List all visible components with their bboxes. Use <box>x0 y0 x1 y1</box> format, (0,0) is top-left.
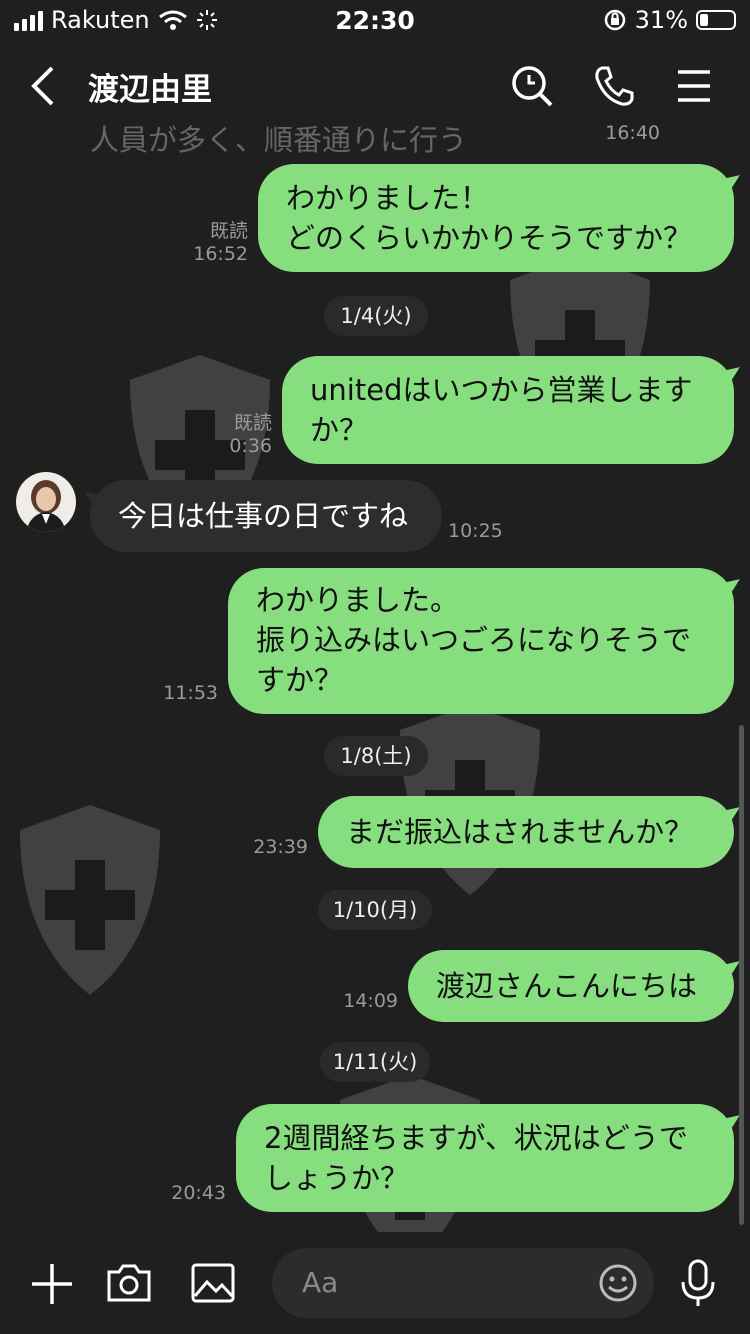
message-text: どのくらいかかりそうですか？ <box>286 221 693 255</box>
message-time: 14:09 <box>343 990 398 1012</box>
menu-icon[interactable] <box>676 64 712 108</box>
outgoing-message[interactable]: わかりました。 振り込みはいつごろになりそうで すか？ <box>228 568 734 714</box>
date-separator: 1/8(土) <box>324 736 428 776</box>
message-text: すか？ <box>256 663 344 697</box>
read-receipt: 既読 <box>233 412 272 434</box>
message-input[interactable]: Aa <box>272 1248 654 1318</box>
message-text: unitedはいつから営業します <box>310 373 693 407</box>
message-meta: 既読 0:36 <box>196 412 272 458</box>
date-separator: 1/10(月) <box>318 890 432 930</box>
status-bar: Rakuten 22:30 31% <box>0 0 750 42</box>
incoming-message[interactable]: 今日は仕事の日ですね <box>90 480 442 552</box>
message-time: 11:53 <box>163 682 218 704</box>
message-text: わかりました！ <box>286 181 490 215</box>
message-time: 0:36 <box>229 435 272 457</box>
message-meta: 既読 16:52 <box>170 220 248 266</box>
battery-icon <box>696 10 736 30</box>
chat-header: 渡辺由里 <box>0 50 750 120</box>
plus-icon[interactable] <box>28 1260 76 1308</box>
message-time: 23:39 <box>253 836 308 858</box>
message-text: わかりました。 <box>256 583 460 617</box>
outgoing-message[interactable]: 2週間経ちますが、状況はどうで しょうか？ <box>236 1104 734 1212</box>
input-placeholder: Aa <box>302 1266 339 1299</box>
message-time: 16:52 <box>193 243 248 265</box>
date-separator: 1/4(火) <box>324 296 428 336</box>
message-text: 今日は仕事の日ですね <box>118 499 409 533</box>
date-separator: 1/11(火) <box>320 1042 430 1082</box>
message-time: 20:43 <box>171 1182 226 1204</box>
battery-percent: 31% <box>634 6 688 34</box>
message-text: まだ振込はされませんか？ <box>346 815 694 849</box>
outgoing-message[interactable]: まだ振込はされませんか？ <box>318 796 734 868</box>
image-icon[interactable] <box>190 1262 236 1304</box>
message-text: か？ <box>310 413 369 447</box>
chat-title: 渡辺由里 <box>88 72 212 108</box>
status-right: 31% <box>603 6 736 34</box>
message-text: 振り込みはいつごろになりそうで <box>256 623 692 657</box>
camera-icon[interactable] <box>106 1262 152 1304</box>
rotation-lock-icon <box>604 9 625 31</box>
avatar[interactable] <box>16 472 76 532</box>
shield-watermark-icon <box>20 805 160 995</box>
scrollbar[interactable] <box>739 725 744 1225</box>
message-time: 16:40 <box>605 122 660 144</box>
search-icon[interactable] <box>510 64 554 108</box>
mic-icon[interactable] <box>678 1258 718 1308</box>
message-list[interactable]: 人員が多く、順番通りに行う 16:40 既読 16:52 わかりました！ どのく… <box>0 120 750 1232</box>
outgoing-message[interactable]: unitedはいつから営業します か？ <box>282 356 734 464</box>
message-text: 2週間経ちますが、状況はどうで <box>264 1121 688 1155</box>
read-receipt: 既読 <box>209 220 248 242</box>
input-bar: Aa <box>0 1232 750 1334</box>
partial-message: 人員が多く、順番通りに行う <box>90 123 468 157</box>
phone-icon[interactable] <box>592 64 636 108</box>
message-text: 渡辺さんこんにちは <box>436 969 698 1003</box>
emoji-icon[interactable] <box>598 1263 638 1303</box>
outgoing-message[interactable]: わかりました！ どのくらいかかりそうですか？ <box>258 164 734 272</box>
chevron-left-icon[interactable] <box>28 64 60 108</box>
outgoing-message[interactable]: 渡辺さんこんにちは <box>408 950 734 1022</box>
message-time: 10:25 <box>448 520 503 542</box>
message-text: しょうか？ <box>264 1161 410 1195</box>
avatar-portrait <box>26 480 66 532</box>
